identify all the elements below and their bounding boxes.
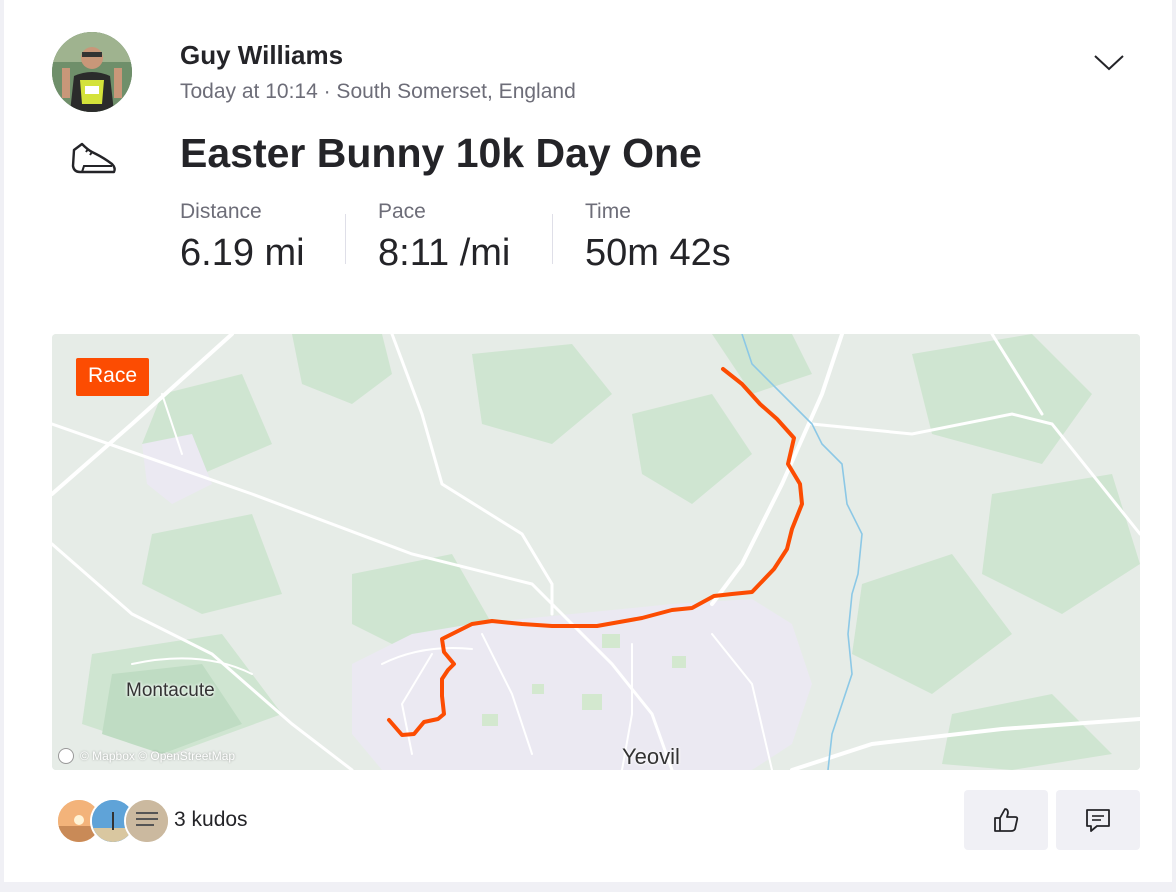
- stat-value: 50m 42s: [585, 232, 731, 274]
- stat-divider: [345, 214, 346, 264]
- route-map[interactable]: Race Montacute Yeovil © Mapbox © OpenStr…: [52, 334, 1140, 770]
- stat-distance: Distance 6.19 mi: [180, 200, 305, 275]
- stat-time: Time 50m 42s: [585, 200, 731, 275]
- chevron-down-icon[interactable]: [1092, 48, 1126, 76]
- stat-pace: Pace 8:11 /mi: [378, 200, 510, 275]
- attribution-text[interactable]: © Mapbox © OpenStreetMap: [80, 749, 235, 763]
- mapbox-logo-icon[interactable]: [58, 748, 74, 764]
- activity-meta: Today at 10:14 · South Somerset, England: [180, 80, 576, 103]
- place-label: Montacute: [126, 680, 215, 701]
- kudos-count[interactable]: 3 kudos: [174, 808, 248, 832]
- stat-label: Time: [585, 200, 631, 223]
- map-attribution[interactable]: © Mapbox © OpenStreetMap: [58, 748, 235, 764]
- activity-card: Guy Williams Today at 10:14 · South Some…: [4, 0, 1172, 882]
- stat-label: Pace: [378, 200, 426, 223]
- avatar[interactable]: [124, 798, 170, 844]
- stat-value: 8:11 /mi: [378, 232, 511, 274]
- shoe-icon: [71, 142, 116, 174]
- race-badge: Race: [76, 358, 150, 396]
- comment-icon: [1086, 809, 1110, 832]
- thumbs-up-icon: [994, 808, 1019, 832]
- athlete-name[interactable]: Guy Williams: [180, 40, 343, 71]
- stat-value: 6.19 mi: [180, 232, 305, 274]
- kudos-avatars[interactable]: [56, 798, 170, 844]
- activity-title[interactable]: Easter Bunny 10k Day One: [180, 130, 702, 177]
- stat-label: Distance: [180, 200, 262, 223]
- route-line: [387, 367, 804, 737]
- give-kudos-button[interactable]: [964, 790, 1048, 850]
- athlete-avatar[interactable]: [52, 32, 132, 112]
- place-label: Yeovil: [622, 744, 680, 769]
- stat-divider: [552, 214, 553, 264]
- comment-button[interactable]: [1056, 790, 1140, 850]
